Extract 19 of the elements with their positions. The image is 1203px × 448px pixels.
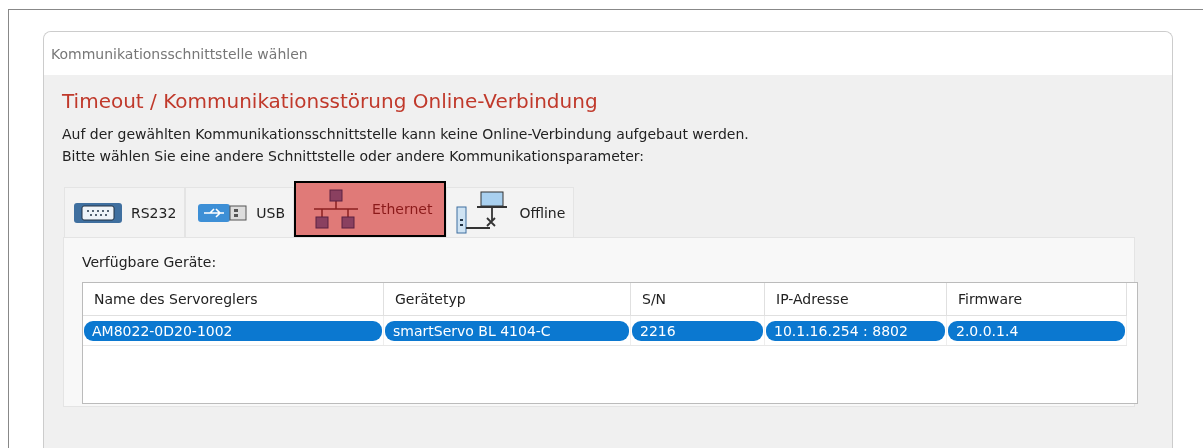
message-text: Auf der gewählten Kommunikationsschnittstelle kann keine Online-Verbindung aufgebaut werden. — [62, 125, 750, 144]
interface-tab[interactable]: RS232 — [64, 187, 186, 237]
devices-label: Verfügbare Geräte: — [82, 254, 218, 270]
window-title: Kommunikationsschnittstelle wählen — [51, 45, 308, 62]
column-header[interactable]: Gerätetyp — [384, 283, 631, 316]
table-cell[interactable]: 2216 — [632, 320, 763, 341]
message-text: Bitte wählen Sie eine andere Schnittstelle oder andere Kommunikationsparameter: — [62, 147, 646, 166]
interface-tab[interactable]: USB — [185, 187, 295, 237]
serial-port-icon — [73, 200, 123, 225]
column-header[interactable]: S/N — [631, 283, 765, 316]
table-cell[interactable]: 2.0.0.1.4 — [948, 320, 1125, 341]
error-heading: Timeout / Kommunikationsstörung Online-Verbindung — [62, 89, 599, 113]
interface-tab[interactable]: Offline — [446, 187, 575, 237]
table-cell[interactable]: AM8022-0D20-1002 — [84, 320, 382, 341]
table-cell[interactable]: smartServo BL 4104-C — [385, 320, 629, 341]
column-header[interactable]: Firmware — [947, 283, 1127, 316]
column-header[interactable]: IP-Adresse — [765, 283, 947, 316]
column-header[interactable]: Name des Servoreglers — [83, 283, 384, 316]
table-cell[interactable]: 10.1.16.254 : 8802 — [766, 320, 945, 341]
